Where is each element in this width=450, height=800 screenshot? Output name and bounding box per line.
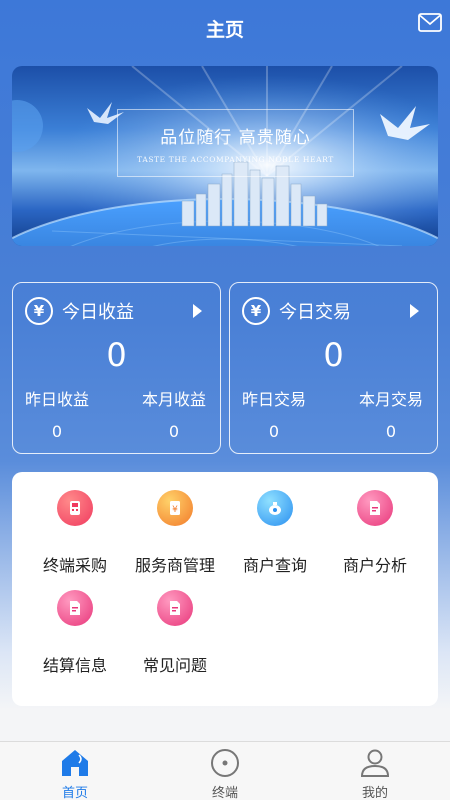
banner-subtitle: TASTE THE ACCOMPANYING NOBLE HEART (137, 155, 334, 164)
month-income: 本月收益 0 (142, 386, 206, 441)
nav-label: 首页 (61, 786, 88, 800)
document-icon (157, 590, 193, 626)
banner-title: 品位随行 高贵随心 (160, 128, 311, 148)
moneybag-icon (257, 490, 293, 526)
sub-value: 0 (51, 422, 63, 441)
menu-item-terminal-purchase[interactable]: 终端采购 (22, 472, 128, 575)
banner-slogan-box: 品位随行 高贵随心 TASTE THE ACCOMPANYING NOBLE H… (117, 109, 354, 177)
sub-value: 0 (268, 422, 280, 441)
menu-label: 商户查询 (242, 556, 307, 575)
card-header: ¥ 今日交易 (242, 297, 351, 325)
menu-item-faq[interactable]: 常见问题 (122, 572, 228, 675)
nav-item-terminal[interactable]: 终端 (150, 742, 300, 800)
today-trade-card[interactable]: ¥ 今日交易 0 昨日交易 0 本月交易 0 (229, 282, 438, 454)
user-icon (360, 749, 390, 777)
menu-item-settlement-info[interactable]: 结算信息 (22, 572, 128, 675)
yesterday-income: 昨日收益 0 (25, 386, 89, 441)
chevron-right-icon[interactable] (410, 304, 419, 318)
nav-label: 我的 (361, 786, 388, 800)
menu-item-merchant-query[interactable]: 商户查询 (222, 472, 328, 575)
card-header: ¥ 今日收益 (25, 297, 134, 325)
document-icon (57, 590, 93, 626)
home-icon (62, 750, 88, 776)
chevron-right-icon[interactable] (193, 304, 202, 318)
yesterday-trade: 昨日交易 0 (242, 386, 306, 441)
svg-text:¥: ¥ (172, 505, 178, 515)
today-income-card[interactable]: ¥ 今日收益 0 昨日收益 0 本月收益 0 (12, 282, 221, 454)
today-trade-value: 0 (323, 336, 344, 374)
month-trade: 本月交易 0 (359, 386, 423, 441)
banner[interactable]: 品位随行 高贵随心 TASTE THE ACCOMPANYING NOBLE H… (12, 66, 438, 246)
nav-item-home[interactable]: 首页 (0, 742, 150, 800)
function-menu: 终端采购 ¥ 服务商管理 商户查询 商户分析 结算信息 常见问题 (12, 472, 438, 706)
sub-label: 本月收益 (141, 390, 206, 409)
sub-label: 昨日交易 (242, 390, 307, 409)
page-title: 主页 (205, 18, 244, 41)
nav-label: 终端 (211, 786, 238, 800)
yen-doc-icon: ¥ (157, 490, 193, 526)
menu-item-provider-management[interactable]: ¥ 服务商管理 (122, 472, 228, 575)
card-sub-stats: 昨日收益 0 本月收益 0 (13, 386, 220, 441)
menu-label: 商户分析 (342, 556, 407, 575)
yen-icon: ¥ (242, 297, 270, 325)
compass-icon (211, 749, 239, 777)
sub-value: 0 (168, 422, 180, 441)
card-sub-stats: 昨日交易 0 本月交易 0 (230, 386, 437, 441)
sub-value: 0 (385, 422, 397, 441)
card-title: 今日交易 (279, 302, 351, 323)
terminal-icon (57, 490, 93, 526)
menu-label: 常见问题 (142, 656, 207, 675)
nav-item-mine[interactable]: 我的 (300, 742, 450, 800)
today-income-value: 0 (106, 336, 127, 374)
sub-label: 昨日收益 (25, 390, 90, 409)
bottom-nav: 首页 终端 我的 (0, 741, 450, 800)
document-icon (357, 490, 393, 526)
menu-label: 结算信息 (42, 656, 107, 675)
yen-icon: ¥ (25, 297, 53, 325)
sub-label: 本月交易 (358, 390, 423, 409)
menu-item-merchant-analysis[interactable]: 商户分析 (322, 472, 428, 575)
card-title: 今日收益 (62, 302, 134, 323)
top-bar: 主页 (0, 0, 450, 56)
mail-icon[interactable] (418, 13, 442, 33)
